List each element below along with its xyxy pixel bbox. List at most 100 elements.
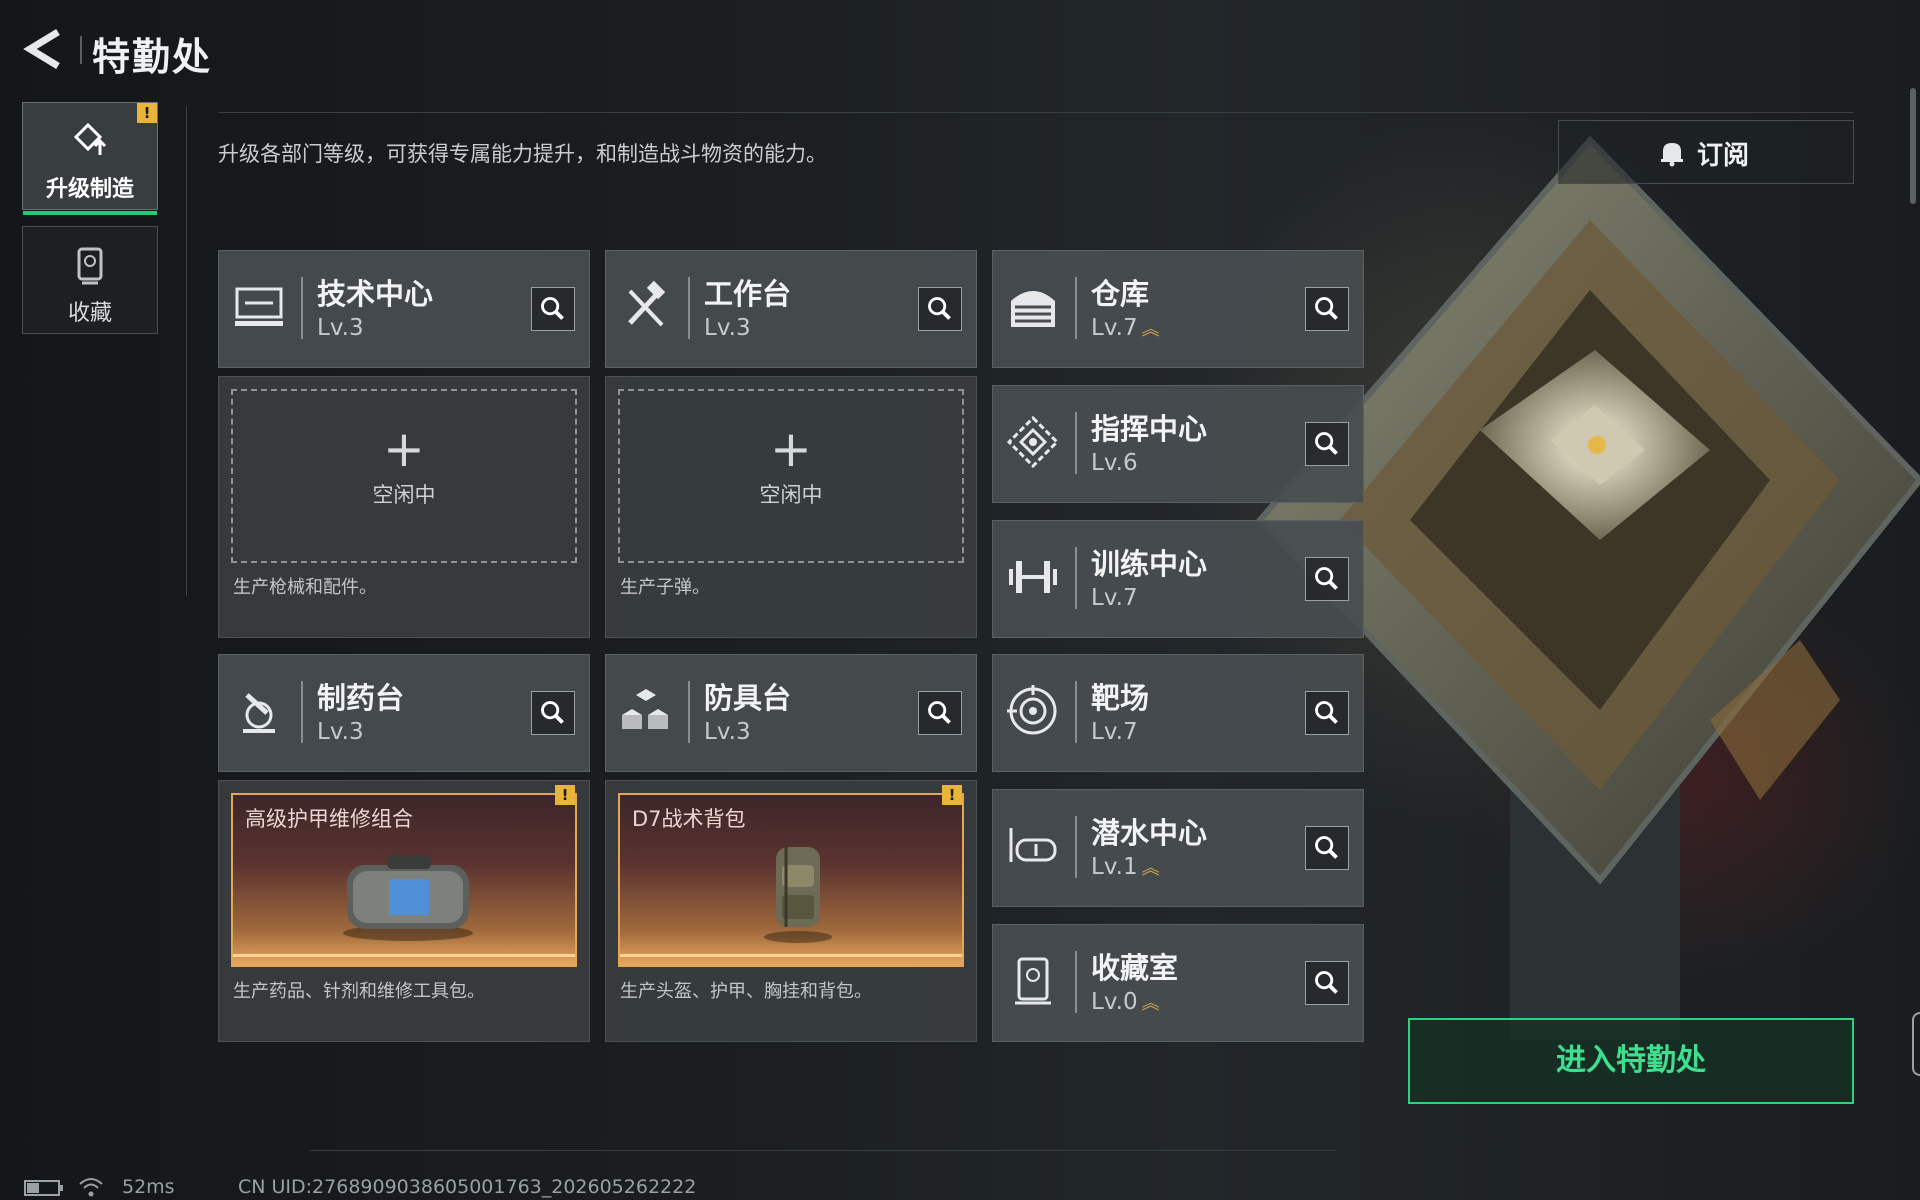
production-panel-armor-bench: D7战术背包 ! 生产头盔、护甲、胸挂和背包。 [605, 780, 977, 1042]
tab-upgrade-manufacture[interactable]: 升级制造 ! [22, 102, 158, 215]
armor-boxes-icon [622, 689, 668, 729]
production-item-slot[interactable]: D7战术背包 [618, 793, 964, 967]
search-icon[interactable] [1305, 826, 1349, 870]
backpack-image [764, 847, 832, 943]
upgrade-icon [73, 122, 107, 155]
collection-case-icon [1015, 957, 1051, 1005]
warehouse-icon [1011, 291, 1055, 327]
user-uid: CN UID:2768909038605001763_202605262222 [238, 1176, 697, 1198]
search-icon[interactable] [531, 287, 575, 331]
card-divider [1075, 816, 1077, 878]
dept-card-command-center[interactable]: 指挥中心 Lv.6 [992, 385, 1364, 503]
production-panel-tech-center: + 空闲中 生产枪械和配件。 [218, 376, 590, 638]
bell-icon [1661, 143, 1683, 167]
page-title: 特勤处 [92, 35, 213, 79]
dept-level: Lv.6 [1091, 450, 1138, 476]
card-divider [688, 681, 690, 743]
armor-repair-bag-image [343, 855, 473, 941]
dept-name: 技术中心 [317, 277, 434, 311]
tab-label: 升级制造 [45, 177, 134, 202]
dept-card-armor-bench[interactable]: 防具台 Lv.3 [605, 654, 977, 772]
dept-card-collection-room[interactable]: 收藏室 Lv.0 ︽ [992, 924, 1364, 1042]
search-icon[interactable] [531, 691, 575, 735]
dept-level-text: Lv.0 [1091, 989, 1138, 1015]
search-icon[interactable] [1305, 961, 1349, 1005]
card-divider [1075, 277, 1077, 339]
item-name: 高级护甲维修组合 [245, 807, 413, 831]
dept-level: Lv.7 [1091, 719, 1138, 745]
production-panel-workbench: + 空闲中 生产子弹。 [605, 376, 977, 638]
back-arrow-icon[interactable] [20, 26, 66, 72]
dept-card-training-center[interactable]: 训练中心 Lv.7 [992, 520, 1364, 638]
card-divider [301, 681, 303, 743]
dept-name: 收藏室 [1091, 951, 1179, 985]
dept-card-shooting-range[interactable]: 靶场 Lv.7 [992, 654, 1364, 772]
tab-label: 收藏 [67, 301, 112, 326]
battery-icon [24, 1180, 63, 1196]
production-item-slot[interactable]: 高级护甲维修组合 [231, 793, 577, 967]
item-name: D7战术背包 [632, 807, 746, 831]
dept-level: Lv.1 ︽ [1091, 854, 1160, 880]
rarity-glow [233, 954, 575, 957]
active-tab-indicator [23, 211, 157, 215]
search-icon[interactable] [918, 287, 962, 331]
empty-production-slot[interactable]: + 空闲中 [618, 389, 964, 563]
dept-level-text: Lv.1 [1091, 854, 1138, 880]
search-icon[interactable] [1305, 422, 1349, 466]
alert-badge: ! [555, 785, 575, 805]
collection-icon [77, 247, 103, 285]
production-panel-pharmacy: 高级护甲维修组合 ! 生产药品、针剂和维修工具包。 [218, 780, 590, 1042]
command-emblem-icon [1006, 415, 1060, 469]
dept-level: Lv.0 ︽ [1091, 989, 1160, 1015]
dept-name: 训练中心 [1091, 547, 1208, 581]
dept-name: 防具台 [704, 681, 792, 715]
search-icon[interactable] [1305, 557, 1349, 601]
diving-mask-icon [1009, 828, 1057, 862]
target-icon [1007, 685, 1057, 735]
hammer-wrench-icon [628, 280, 666, 327]
card-divider [688, 277, 690, 339]
plus-icon: + [770, 420, 812, 478]
dept-name: 工作台 [704, 277, 792, 311]
tab-collection[interactable]: 收藏 [22, 226, 158, 334]
alert-badge: ! [942, 785, 962, 805]
slot-caption: 生产药品、针剂和维修工具包。 [233, 981, 485, 1002]
dept-level: Lv.3 [704, 315, 751, 341]
empty-production-slot[interactable]: + 空闲中 [231, 389, 577, 563]
dept-level: Lv.7 ︽ [1091, 315, 1160, 341]
sidebar-divider [186, 106, 187, 596]
enter-button-label: 进入特勤处 [1556, 1043, 1706, 1078]
card-divider [1075, 412, 1077, 474]
title-separator [80, 36, 82, 64]
top-divider [218, 112, 1854, 113]
slot-caption: 生产头盔、护甲、胸挂和背包。 [620, 981, 872, 1002]
dept-level: Lv.3 [704, 719, 751, 745]
scrollbar[interactable] [1910, 88, 1916, 204]
dept-name: 潜水中心 [1091, 816, 1208, 850]
dept-name: 仓库 [1091, 277, 1150, 311]
dept-card-tech-center[interactable]: 技术中心 Lv.3 [218, 250, 590, 368]
dept-card-warehouse[interactable]: 仓库 Lv.7 ︽ [992, 250, 1364, 368]
dept-card-diving-center[interactable]: 潜水中心 Lv.1 ︽ [992, 789, 1364, 907]
edge-handle[interactable] [1912, 1012, 1920, 1076]
subscribe-button[interactable]: 订阅 [1558, 120, 1854, 184]
search-icon[interactable] [918, 691, 962, 735]
subscribe-label: 订阅 [1697, 141, 1750, 171]
dept-level: Lv.3 [317, 315, 364, 341]
dept-card-pharmacy[interactable]: 制药台 Lv.3 [218, 654, 590, 772]
dept-level: Lv.3 [317, 719, 364, 745]
card-divider [1075, 951, 1077, 1013]
dept-name: 制药台 [317, 681, 405, 715]
slot-caption: 生产子弹。 [620, 577, 710, 598]
dept-name: 靶场 [1091, 681, 1150, 715]
page-description: 升级各部门等级，可获得专属能力提升，和制造战斗物资的能力。 [218, 142, 827, 166]
search-icon[interactable] [1305, 691, 1349, 735]
enter-special-ops-button[interactable]: 进入特勤处 [1408, 1018, 1854, 1104]
upgrade-arrow-icon: ︽ [1141, 858, 1160, 879]
rarity-glow [620, 954, 962, 957]
card-divider [301, 277, 303, 339]
dumbbell-icon [1009, 561, 1057, 593]
dept-card-workbench[interactable]: 工作台 Lv.3 [605, 250, 977, 368]
ping-readout: 52ms [122, 1176, 175, 1198]
search-icon[interactable] [1305, 287, 1349, 331]
